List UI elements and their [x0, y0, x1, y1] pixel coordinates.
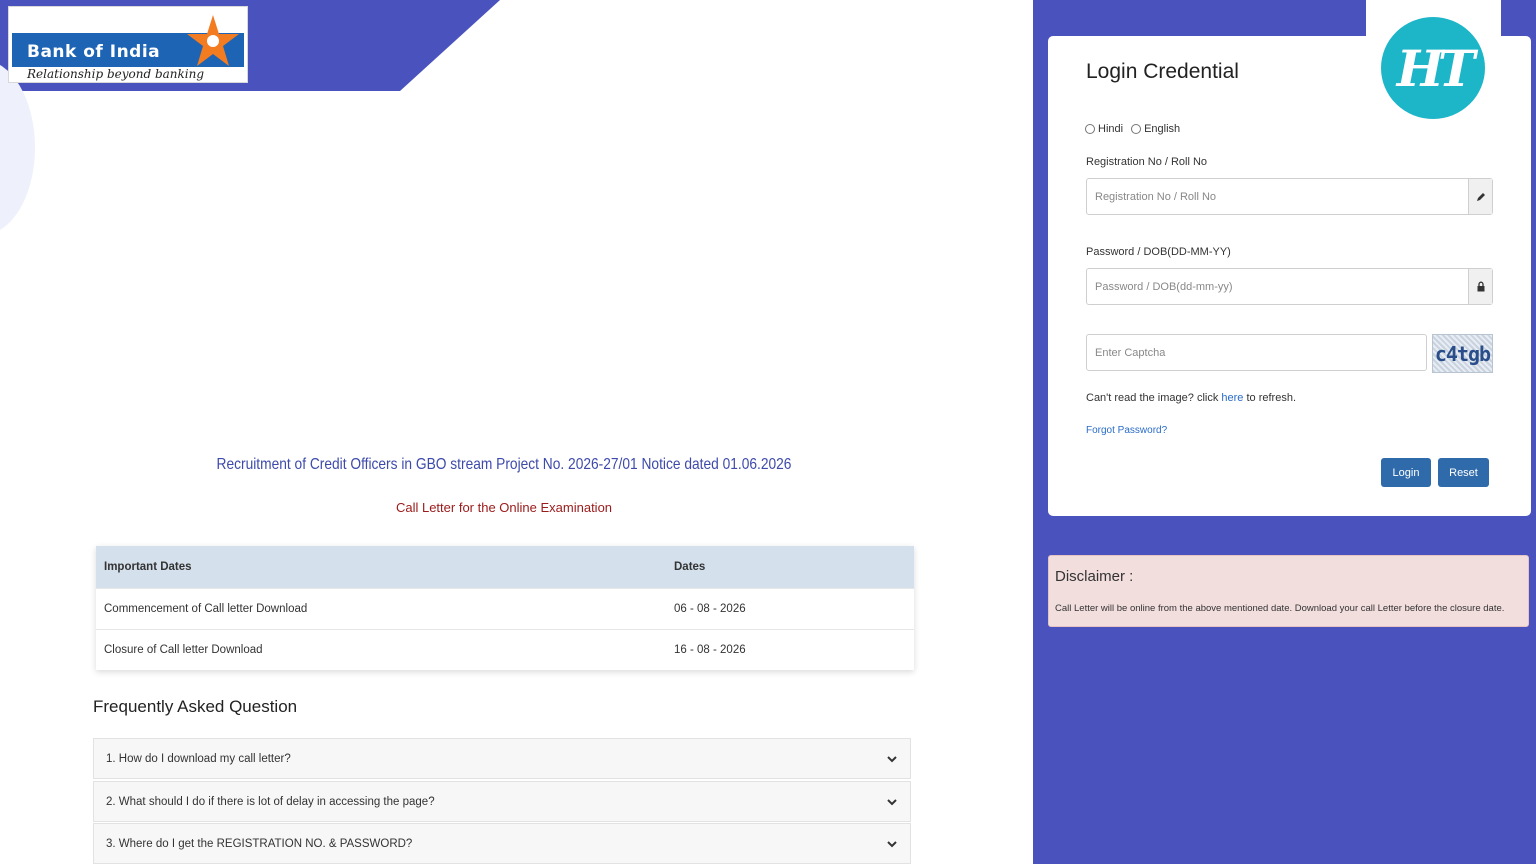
table-cell-date: 16 - 08 - 2026	[666, 628, 914, 670]
faq-item[interactable]: 2. What should I do if there is lot of d…	[93, 781, 911, 822]
ht-watermark-logo: HT	[1381, 17, 1485, 119]
hindi-radio[interactable]	[1085, 124, 1095, 134]
column-header-dates: Dates	[666, 546, 914, 588]
faq-heading: Frequently Asked Question	[93, 697, 298, 716]
language-selector: Hindi English	[1085, 123, 1188, 135]
registration-label: Registration No / Roll No	[1086, 156, 1208, 168]
captcha-image: c4tgb	[1432, 334, 1493, 373]
table-cell-date: 06 - 08 - 2026	[666, 587, 914, 629]
table-row: Commencement of Call letter Download 06 …	[96, 587, 914, 629]
faq-question: 2. What should I do if there is lot of d…	[106, 795, 435, 808]
bank-tagline: Relationship beyond banking	[27, 67, 205, 81]
chevron-down-icon[interactable]	[886, 838, 898, 850]
login-button[interactable]: Login	[1381, 458, 1431, 487]
table-cell-event: Commencement of Call letter Download	[96, 587, 666, 629]
table-header-row: Important Dates Dates	[96, 546, 914, 588]
faq-item[interactable]: 3. Where do I get the REGISTRATION NO. &…	[93, 823, 911, 864]
reset-button[interactable]: Reset	[1438, 458, 1489, 487]
refresh-suffix: to refresh.	[1243, 392, 1296, 404]
english-label: English	[1144, 123, 1181, 135]
disclaimer-text: Call Letter will be online from the abov…	[1055, 603, 1505, 614]
faq-question: 1. How do I download my call letter?	[106, 752, 291, 765]
hindi-label: Hindi	[1098, 123, 1124, 135]
table-cell-event: Closure of Call letter Download	[96, 628, 666, 670]
forgot-password-link[interactable]: Forgot Password?	[1086, 425, 1167, 436]
language-option-english[interactable]: English	[1131, 123, 1180, 135]
bank-logo[interactable]: Bank of India Relationship beyond bankin…	[8, 6, 248, 83]
login-title: Login Credential	[1086, 60, 1239, 83]
notice-title: Recruitment of Credit Officers in GBO st…	[216, 456, 792, 473]
disclaimer-box: Disclaimer : Call Letter will be online …	[1048, 555, 1529, 627]
table-row: Closure of Call letter Download 16 - 08 …	[96, 628, 914, 670]
password-label: Password / DOB(DD-MM-YY)	[1086, 246, 1231, 258]
chevron-down-icon[interactable]	[886, 753, 898, 765]
pencil-icon	[1468, 179, 1492, 214]
english-radio[interactable]	[1131, 124, 1142, 134]
language-option-hindi[interactable]: Hindi	[1085, 123, 1123, 135]
faq-question: 3. Where do I get the REGISTRATION NO. &…	[106, 837, 413, 850]
registration-input[interactable]	[1087, 179, 1468, 214]
important-dates-table: Important Dates Dates Commencement of Ca…	[96, 546, 914, 670]
bank-name: Bank of India	[27, 42, 161, 62]
captcha-refresh-text: Can't read the image? click here to refr…	[1086, 392, 1296, 404]
captcha-input[interactable]	[1086, 334, 1427, 371]
lock-icon	[1468, 269, 1492, 304]
captcha-refresh-link[interactable]: here	[1221, 392, 1243, 404]
notice-subtitle: Call Letter for the Online Examination	[395, 500, 613, 515]
password-input[interactable]	[1087, 269, 1468, 304]
registration-field-group	[1086, 178, 1493, 215]
password-field-group	[1086, 268, 1493, 305]
refresh-prefix: Can't read the image? click	[1086, 392, 1222, 404]
disclaimer-title: Disclaimer :	[1055, 568, 1134, 585]
star-icon	[187, 15, 239, 66]
column-header-event: Important Dates	[96, 546, 666, 588]
faq-item[interactable]: 1. How do I download my call letter?	[93, 738, 911, 779]
chevron-down-icon[interactable]	[886, 796, 898, 808]
